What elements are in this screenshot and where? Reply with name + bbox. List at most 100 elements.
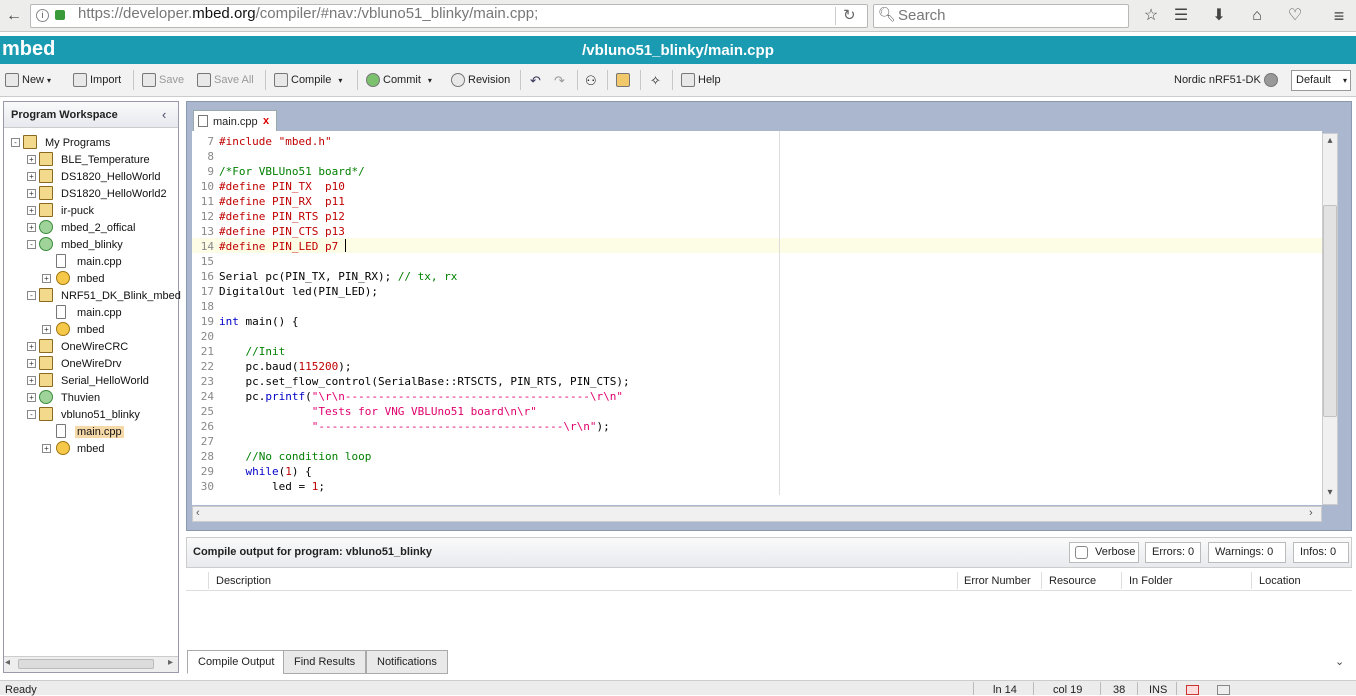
toolbar-divider xyxy=(577,70,578,90)
scroll-right-icon[interactable]: ▸ xyxy=(168,657,173,668)
line-number: 14 xyxy=(200,240,214,253)
home-icon[interactable]: ⌂ xyxy=(1245,4,1269,28)
expand-icon[interactable]: + xyxy=(27,342,36,351)
menu-icon[interactable]: ≡ xyxy=(1327,4,1351,28)
workspace-scroll-thumb[interactable] xyxy=(18,659,154,669)
tree-item-label: OneWireCRC xyxy=(61,341,129,353)
reading-list-icon[interactable]: ☰ xyxy=(1169,4,1193,28)
tree-item-label: mbed_2_offical xyxy=(61,222,136,234)
undo-icon[interactable]: ↶ xyxy=(530,73,541,89)
scroll-down-icon[interactable]: ▾ xyxy=(1323,487,1337,498)
book-icon xyxy=(681,73,695,87)
collapse-icon[interactable]: - xyxy=(11,138,20,147)
code-line: #define PIN_CTS p13 xyxy=(219,225,345,238)
tree-item-label: main.cpp xyxy=(75,426,124,438)
commit-button[interactable]: Commit ▾ xyxy=(366,73,432,87)
expand-icon[interactable]: + xyxy=(27,172,36,181)
toolbar-divider xyxy=(133,70,134,90)
collapse-icon[interactable]: - xyxy=(27,291,36,300)
download-icon[interactable]: ⬇︎ xyxy=(1207,4,1231,28)
cpp-file-icon xyxy=(56,305,66,319)
errors-count[interactable]: Errors: 0 xyxy=(1145,542,1201,563)
chevron-down-icon[interactable]: ⌄ xyxy=(1335,655,1344,668)
infos-count[interactable]: Infos: 0 xyxy=(1293,542,1349,563)
expand-icon[interactable]: + xyxy=(27,206,36,215)
reload-icon[interactable]: ↻ xyxy=(843,6,856,24)
line-number: 7 xyxy=(207,135,214,148)
tab-compile-output[interactable]: Compile Output xyxy=(187,650,286,674)
scroll-up-icon[interactable]: ▴ xyxy=(1323,135,1337,146)
target-selector[interactable]: Nordic nRF51-DK xyxy=(1174,73,1278,87)
format-icon-shape xyxy=(616,73,630,87)
code-line: //Init xyxy=(219,345,286,358)
current-line-highlight xyxy=(192,238,1322,253)
col-resource[interactable]: Resource xyxy=(1049,575,1096,587)
collapse-icon[interactable]: - xyxy=(27,240,36,249)
hscroll-left-icon[interactable]: ‹ xyxy=(196,507,200,519)
back-icon[interactable]: ← xyxy=(2,4,26,28)
tree-item-label: main.cpp xyxy=(77,256,122,268)
col-description[interactable]: Description xyxy=(216,575,271,587)
code-line: #define PIN_LED p7 xyxy=(219,240,339,253)
expand-icon[interactable]: + xyxy=(27,359,36,368)
program-folder-icon xyxy=(23,135,37,149)
target-chip-icon xyxy=(1263,73,1278,87)
col-error-number[interactable]: Error Number xyxy=(964,575,1031,587)
close-tab-icon[interactable]: x xyxy=(263,115,269,127)
code-line: DigitalOut led(PIN_LED); xyxy=(219,285,378,298)
cpp-file-icon xyxy=(56,424,66,438)
tab-notifications[interactable]: Notifications xyxy=(366,650,448,674)
bookmark-star-icon[interactable]: ☆ xyxy=(1139,4,1163,28)
save-button[interactable]: Save xyxy=(142,73,184,87)
layout-icon[interactable] xyxy=(1217,685,1230,695)
expand-icon[interactable]: + xyxy=(42,325,51,334)
compile-button[interactable]: Compile ▾ xyxy=(274,73,342,87)
col-in-folder[interactable]: In Folder xyxy=(1129,575,1172,587)
tree-item-label: mbed xyxy=(77,443,105,455)
expand-icon[interactable]: + xyxy=(27,189,36,198)
line-number: 11 xyxy=(200,195,214,208)
expand-icon[interactable]: + xyxy=(27,223,36,232)
error-flag-icon[interactable] xyxy=(1186,685,1199,695)
verbose-toggle[interactable]: Verbose xyxy=(1069,542,1139,563)
verbose-checkbox[interactable] xyxy=(1075,546,1088,559)
code-line: //No condition loop xyxy=(219,450,372,463)
expand-icon[interactable]: + xyxy=(42,444,51,453)
collapse-panel-icon[interactable]: ‹ xyxy=(162,107,166,122)
expand-icon[interactable]: + xyxy=(27,376,36,385)
compile-output-title: Compile output for program: vbluno51_bli… xyxy=(193,546,432,558)
line-number: 30 xyxy=(200,480,214,493)
hscroll-right-icon[interactable]: › xyxy=(1309,507,1313,519)
line-number: 29 xyxy=(200,465,214,478)
find-binoculars-icon[interactable]: ⚇ xyxy=(585,73,597,89)
collapse-icon[interactable]: - xyxy=(27,410,36,419)
expand-icon[interactable]: + xyxy=(27,393,36,402)
help-button[interactable]: Help xyxy=(681,73,721,87)
warnings-count[interactable]: Warnings: 0 xyxy=(1208,542,1286,563)
editor-hscroll[interactable] xyxy=(192,506,1322,522)
col-location[interactable]: Location xyxy=(1259,575,1301,587)
line-number: 22 xyxy=(200,360,214,373)
editor-scroll-thumb[interactable] xyxy=(1323,205,1337,417)
expand-icon[interactable]: + xyxy=(42,274,51,283)
toolbar-divider xyxy=(520,70,521,90)
code-editor[interactable] xyxy=(192,131,1322,505)
redo-icon[interactable]: ↷ xyxy=(554,73,565,89)
save-all-button[interactable]: Save All xyxy=(197,73,254,87)
line-number: 8 xyxy=(207,150,214,163)
wand-icon[interactable]: ✧ xyxy=(650,73,661,89)
profile-dropdown[interactable]: Default ▾ xyxy=(1291,70,1351,91)
pocket-icon[interactable]: ♡ xyxy=(1283,4,1307,28)
status-mode: INS xyxy=(1149,684,1168,696)
tab-find-results[interactable]: Find Results xyxy=(283,650,367,674)
expand-icon[interactable]: + xyxy=(27,155,36,164)
status-divider xyxy=(1100,682,1101,695)
toolbar-divider xyxy=(265,70,266,90)
scroll-left-icon[interactable]: ◂ xyxy=(5,657,10,668)
info-icon[interactable]: i xyxy=(36,9,49,22)
revision-button[interactable]: Revision xyxy=(451,73,510,87)
new-button[interactable]: New ▾ xyxy=(5,73,51,87)
program-repo-icon xyxy=(39,237,53,251)
import-button[interactable]: Import xyxy=(73,73,121,87)
format-code-icon[interactable] xyxy=(616,73,630,87)
